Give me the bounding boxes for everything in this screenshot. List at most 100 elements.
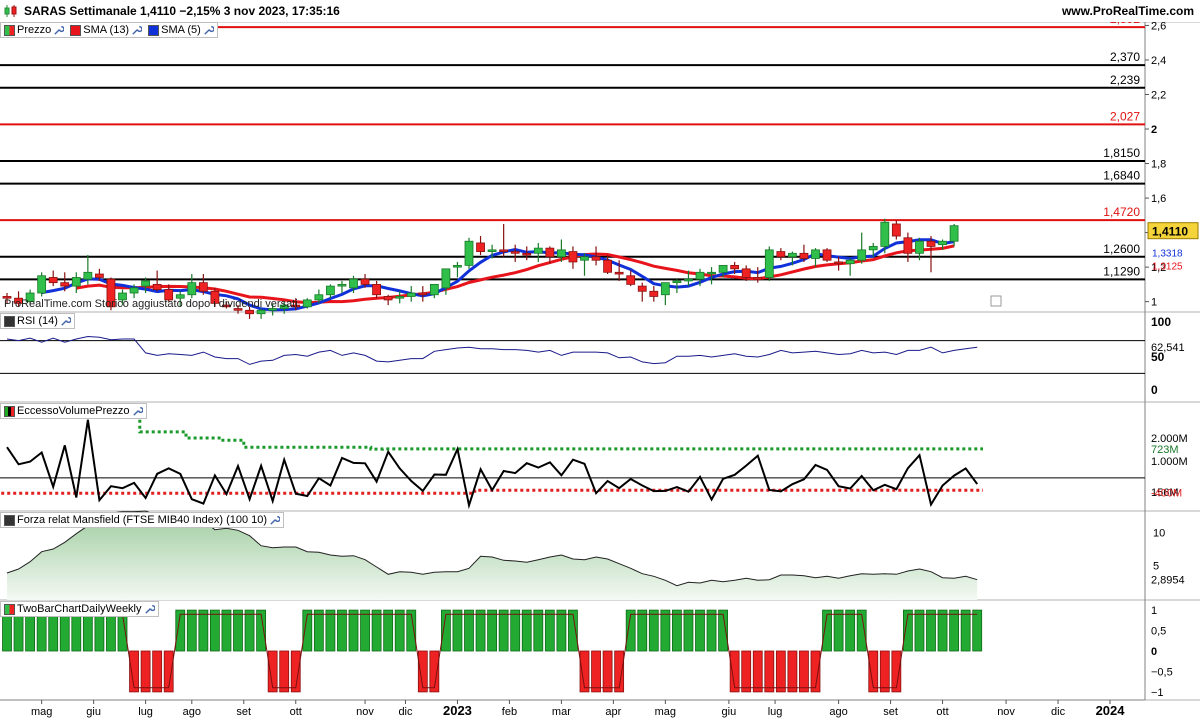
eccesso-lower-label: -400M [1151, 487, 1182, 499]
legend-twobar[interactable]: TwoBarChartDailyWeekly [0, 601, 159, 617]
twobar-bar [394, 609, 405, 652]
legend-price[interactable]: Prezzo SMA (13) SMA (5) [0, 22, 218, 38]
wrench-icon[interactable] [60, 316, 71, 327]
candle-body [510, 251, 520, 254]
twobar-bar [914, 609, 925, 652]
x-tick-label: ago [183, 706, 201, 718]
candle-body [453, 264, 462, 268]
wrench-icon[interactable] [131, 25, 143, 36]
twobar-bar [221, 609, 232, 652]
legend-rsi[interactable]: RSI (14) [0, 313, 75, 329]
twobar-bar [741, 650, 752, 693]
candle-body [545, 247, 555, 258]
y-tick-label: 2,4 [1151, 55, 1166, 67]
wrench-icon[interactable] [203, 25, 214, 36]
y-tick-label: 1 [1151, 297, 1157, 309]
y-tick-label: 2,6 [1151, 20, 1166, 32]
twobar-bar [313, 609, 324, 652]
legend-price-label: Prezzo [17, 24, 52, 36]
level-label: 1,2600 [1103, 242, 1140, 256]
candle-body [695, 271, 705, 280]
candle-body [845, 259, 855, 265]
candle-body [649, 290, 659, 297]
candle-body [799, 252, 809, 259]
twobar-bar [706, 609, 717, 652]
twobar-tick-label: 0 [1151, 646, 1157, 658]
level-label: 1,6840 [1103, 169, 1140, 183]
x-tick-label: lug [138, 706, 153, 718]
level-label: 1,1290 [1103, 264, 1140, 278]
legend-eccesso-label: EccessoVolumePrezzo [17, 405, 130, 417]
eccesso-swatch-icon [4, 405, 15, 417]
candle-body [302, 299, 312, 308]
wrench-icon[interactable] [144, 604, 155, 615]
candle-body [568, 251, 578, 263]
candle-body [487, 249, 497, 252]
x-tick-label: nov [997, 706, 1015, 718]
info-icon [990, 295, 1002, 307]
candle-body [938, 240, 947, 246]
x-tick-label: giu [86, 706, 101, 718]
candle-body [753, 277, 763, 280]
candle-body [811, 249, 820, 259]
candle-body [187, 282, 197, 296]
eccesso-upper-label: 723M [1151, 444, 1179, 456]
mansfield-last-label: 2,8954 [1151, 575, 1185, 587]
twobar-tick-label: −1 [1151, 687, 1164, 699]
candle-body [834, 261, 843, 265]
twobar-bar [799, 650, 809, 693]
legend-mansfield-label: Forza relat Mansfield (FTSE MIB40 Index)… [17, 514, 268, 526]
last-sma5-label: 1,3318 [1152, 248, 1183, 259]
wrench-icon[interactable] [132, 406, 143, 417]
candle-body [926, 240, 936, 247]
level-label: 2,239 [1110, 73, 1140, 87]
candle-body [776, 251, 786, 258]
candle-body [95, 273, 104, 278]
x-tick-label: set [236, 706, 251, 718]
level-label: 1,8150 [1103, 146, 1140, 160]
chart-canvas: 2,62,42,221,81,61,41,212,5922,3702,2392,… [0, 12, 1200, 718]
candle-body [949, 225, 959, 242]
price-swatch-icon [4, 24, 15, 36]
twobar-bar [533, 609, 544, 652]
wrench-icon[interactable] [269, 515, 281, 526]
candle-body [741, 268, 751, 278]
twobar-bar [637, 609, 648, 652]
x-tick-label: 2023 [443, 703, 472, 718]
x-tick-label: lug [768, 706, 783, 718]
candle-body [499, 249, 509, 252]
mansfield-swatch-icon [4, 514, 15, 526]
candle-body [822, 249, 832, 261]
twobar-bar [833, 609, 844, 652]
candle-body [626, 275, 636, 285]
twobar-bar [787, 650, 798, 693]
rsi-last-label: 62,541 [1151, 342, 1185, 354]
twobar-bar [695, 609, 705, 652]
candle-body [418, 292, 428, 296]
legend-sma13-label: SMA (13) [83, 24, 130, 36]
site-link[interactable]: www.ProRealTime.com [1062, 4, 1194, 18]
twobar-bar [521, 609, 532, 652]
wrench-icon[interactable] [53, 25, 65, 36]
twobar-bar [602, 650, 613, 693]
twobar-bar [775, 650, 786, 693]
twobar-bar [371, 609, 382, 652]
candle-body [684, 278, 693, 282]
twobar-bar [475, 609, 486, 652]
twobar-bar [383, 609, 394, 652]
candle-body [580, 256, 589, 261]
x-tick-label: ott [290, 706, 302, 718]
twobar-swatch-icon [4, 603, 15, 615]
twobar-bar [186, 609, 197, 652]
candle-body [152, 283, 162, 290]
x-tick-label: mag [31, 706, 52, 718]
mansfield-tick-label: 5 [1153, 561, 1159, 573]
x-tick-label: mag [655, 706, 676, 718]
candle-body [37, 275, 47, 294]
candle-body [395, 296, 405, 299]
twobar-bar [972, 609, 983, 652]
legend-mansfield[interactable]: Forza relat Mansfield (FTSE MIB40 Index)… [0, 512, 285, 528]
twobar-bar [949, 609, 959, 652]
legend-eccesso[interactable]: EccessoVolumePrezzo [0, 403, 147, 419]
candle-body [557, 249, 566, 258]
